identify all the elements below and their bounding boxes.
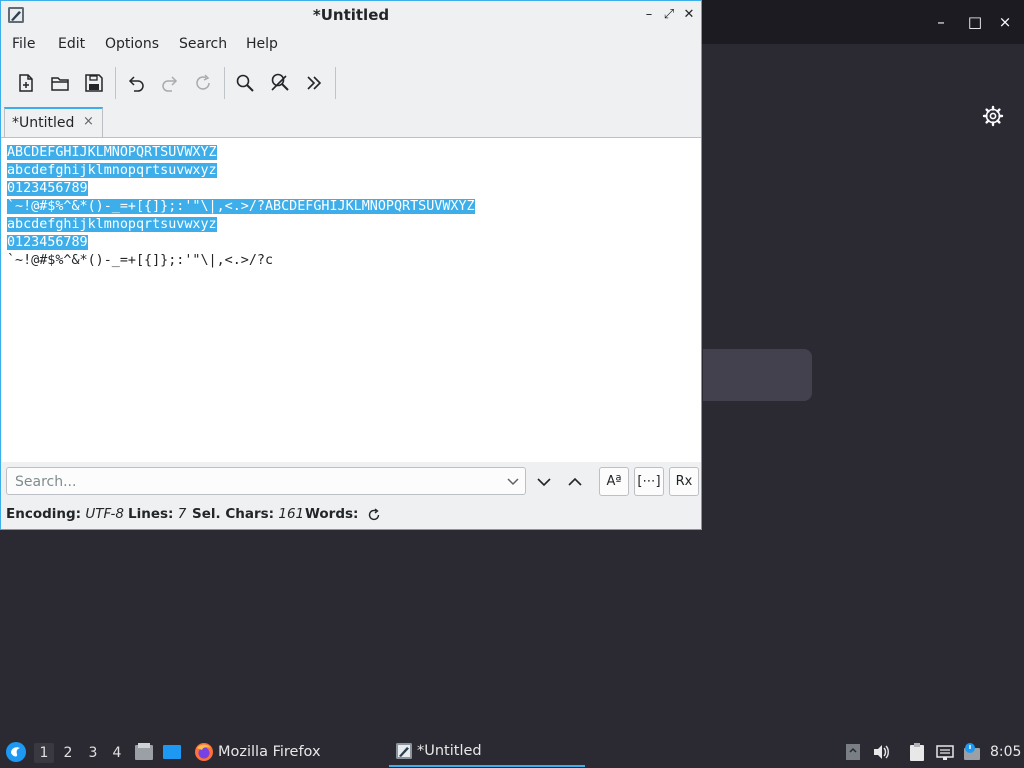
- lines-value: 7: [177, 506, 187, 522]
- task-label: *Untitled: [417, 742, 482, 759]
- selected-text: 0123456789: [7, 181, 88, 196]
- minimize-button[interactable]: –: [640, 6, 658, 24]
- editor-titlebar: *Untitled – ⤢ ✕: [1, 1, 701, 30]
- bg-close-button[interactable]: ×: [993, 10, 1017, 34]
- undo-icon[interactable]: [122, 69, 150, 97]
- workspace-2[interactable]: 2: [58, 743, 78, 763]
- text-line: ABCDEFGHIJKLMNOPQRTSUVWXYZ: [7, 144, 217, 162]
- text-line: 0123456789: [7, 234, 88, 252]
- find-next-button[interactable]: [532, 470, 556, 494]
- save-icon[interactable]: [80, 69, 108, 97]
- search-bar: Aª [⋯] Rx: [1, 463, 701, 501]
- tab-bar: *Untitled ×: [1, 105, 701, 138]
- search-box: [6, 467, 526, 496]
- words-label: Words:: [305, 506, 359, 522]
- arrow-up-icon: [568, 477, 582, 486]
- task-label: Mozilla Firefox: [218, 743, 321, 760]
- selchars-status: Sel. Chars: 161: [192, 506, 304, 522]
- match-case-button[interactable]: Aª: [599, 467, 629, 496]
- text-line: abcdefghijklmnopqrtsuvwxyz: [7, 162, 217, 180]
- lines-label: Lines:: [128, 506, 174, 522]
- regex-button[interactable]: Rx: [669, 467, 699, 496]
- reload-icon[interactable]: [189, 69, 217, 97]
- encoding-value: UTF-8: [85, 506, 124, 522]
- file-manager-icon[interactable]: [134, 742, 154, 762]
- workspace-1[interactable]: 1: [34, 743, 54, 763]
- clipboard-icon[interactable]: [907, 742, 927, 762]
- toolbar-separator: [224, 67, 225, 99]
- toolbar-separator: [115, 67, 116, 99]
- text-line: abcdefghijklmnopqrtsuvwxyz: [7, 216, 217, 234]
- menu-file[interactable]: File: [12, 36, 35, 52]
- show-desktop-icon[interactable]: [162, 742, 182, 762]
- text-line: `~!@#$%^&*()-_=+[{]};:'"\|,<.>/?ABCDEFGH…: [7, 198, 475, 216]
- menu-search[interactable]: Search: [179, 36, 227, 52]
- words-status: Words:: [305, 506, 358, 522]
- tab-close-icon[interactable]: ×: [83, 114, 94, 129]
- refresh-icon[interactable]: [367, 508, 381, 522]
- workspace-3[interactable]: 3: [83, 743, 103, 763]
- task-untitled[interactable]: *Untitled: [389, 736, 585, 767]
- gear-icon[interactable]: [981, 104, 1005, 128]
- menubar: File Edit Options Search Help: [1, 31, 701, 59]
- window-title: *Untitled: [312, 6, 390, 24]
- tab-untitled[interactable]: *Untitled ×: [4, 107, 103, 137]
- text-line: `~!@#$%^&*()-_=+[{]};:'"\|,<.>/?c: [7, 253, 274, 268]
- workspace-4[interactable]: 4: [107, 743, 127, 763]
- selchars-label: Sel. Chars:: [192, 506, 275, 522]
- bg-maximize-button[interactable]: □: [963, 10, 987, 34]
- more-icon[interactable]: [300, 69, 328, 97]
- bg-minimize-button[interactable]: –: [929, 10, 953, 34]
- encoding-label: Encoding:: [6, 506, 82, 522]
- task-firefox[interactable]: Mozilla Firefox: [194, 736, 321, 767]
- find-icon[interactable]: [231, 69, 259, 97]
- find-replace-icon[interactable]: [266, 69, 294, 97]
- editor-window: *Untitled – ⤢ ✕ File Edit Options Search…: [0, 0, 702, 530]
- maximize-button[interactable]: ⤢: [660, 6, 678, 24]
- selected-text: abcdefghijklmnopqrtsuvwxyz: [7, 217, 217, 232]
- whole-word-button[interactable]: [⋯]: [634, 467, 664, 496]
- find-previous-button[interactable]: [563, 470, 587, 494]
- text-editor-area[interactable]: ABCDEFGHIJKLMNOPQRTSUVWXYZ abcdefghijklm…: [2, 138, 701, 462]
- search-input[interactable]: [13, 468, 497, 496]
- network-icon[interactable]: [935, 742, 955, 762]
- status-bar: Encoding: UTF-8 Lines: 7 Sel. Chars: 161…: [1, 503, 701, 527]
- taskbar: 1 2 3 4 Mozilla Firefox *Untitled 8:05: [0, 736, 1024, 768]
- toolbar: [1, 63, 701, 103]
- open-file-icon[interactable]: [46, 69, 74, 97]
- start-menu-icon[interactable]: [5, 741, 27, 763]
- updates-icon[interactable]: [843, 742, 863, 762]
- tab-label: *Untitled: [12, 115, 75, 131]
- text-line: 0123456789: [7, 180, 88, 198]
- menu-options[interactable]: Options: [105, 36, 159, 52]
- menu-help[interactable]: Help: [246, 36, 278, 52]
- close-button[interactable]: ✕: [680, 6, 698, 24]
- firefox-icon: [195, 742, 213, 761]
- selected-text: `~!@#$%^&*()-_=+[{]};:'"\|,<.>/?ABCDEFGH…: [7, 199, 475, 214]
- toolbar-separator: [335, 67, 336, 99]
- menu-edit[interactable]: Edit: [58, 36, 85, 52]
- arrow-down-icon: [537, 478, 551, 487]
- notification-icon[interactable]: [962, 742, 982, 762]
- new-file-icon[interactable]: [12, 69, 40, 97]
- selected-text: ABCDEFGHIJKLMNOPQRTSUVWXYZ: [7, 145, 217, 160]
- encoding-status: Encoding: UTF-8: [6, 506, 124, 522]
- lines-status: Lines: 7: [128, 506, 186, 522]
- text-editor-icon: [396, 742, 412, 759]
- clock[interactable]: 8:05: [990, 744, 1021, 760]
- selected-text: abcdefghijklmnopqrtsuvwxyz: [7, 163, 217, 178]
- chevron-down-icon[interactable]: [505, 473, 521, 489]
- redo-icon[interactable]: [156, 69, 184, 97]
- selected-text: 0123456789: [7, 235, 88, 250]
- volume-icon[interactable]: [871, 742, 891, 762]
- selchars-value: 161: [278, 506, 305, 522]
- background-card: [703, 349, 812, 401]
